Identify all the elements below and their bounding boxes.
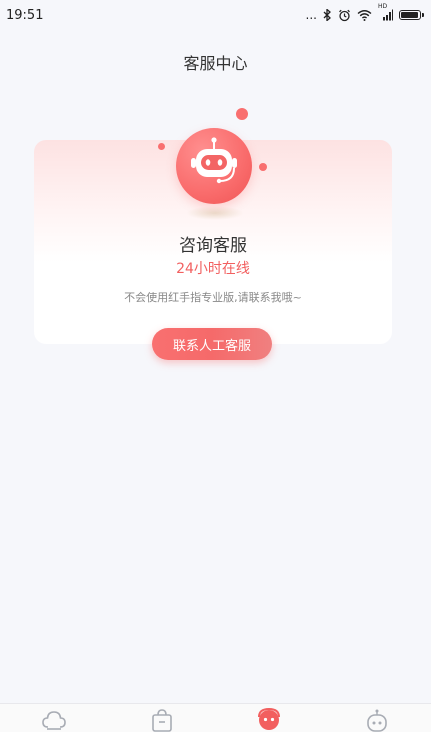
status-icons: ... HD: [305, 4, 424, 22]
page-title: 客服中心: [183, 54, 248, 73]
tab-shop[interactable]: [132, 708, 192, 732]
hd-label: HD: [378, 3, 388, 10]
customer-service-icon: [258, 708, 281, 730]
cloud-icon: [42, 711, 66, 730]
robot-shadow: [186, 206, 244, 220]
alarm-icon: [338, 9, 351, 22]
tab-cloud[interactable]: [24, 708, 84, 730]
battery-icon: [399, 10, 424, 20]
wifi-icon: [357, 9, 372, 21]
bottom-tab-bar: [0, 703, 431, 732]
more-dots-icon: ...: [305, 8, 317, 22]
consult-title: 咨询客服: [179, 236, 247, 256]
decor-dot: [259, 163, 267, 171]
decor-dot: [158, 143, 165, 150]
decor-dot: [236, 108, 248, 120]
signal-icon: HD: [378, 4, 393, 21]
tab-service[interactable]: [239, 708, 299, 732]
tab-profile[interactable]: [347, 708, 407, 732]
online-status-text: 24小时在线: [176, 261, 250, 277]
robot-profile-icon: [367, 709, 387, 732]
status-time: 19:51: [6, 7, 44, 23]
robot-avatar-icon: [176, 128, 252, 204]
help-description: 不会使用红手指专业版,请联系我哦~: [124, 291, 302, 304]
status-bar: 19:51 ... HD: [0, 0, 431, 30]
bluetooth-icon: [323, 9, 332, 21]
shopping-bag-icon: [151, 709, 172, 732]
contact-agent-button[interactable]: 联系人工客服: [152, 328, 272, 360]
